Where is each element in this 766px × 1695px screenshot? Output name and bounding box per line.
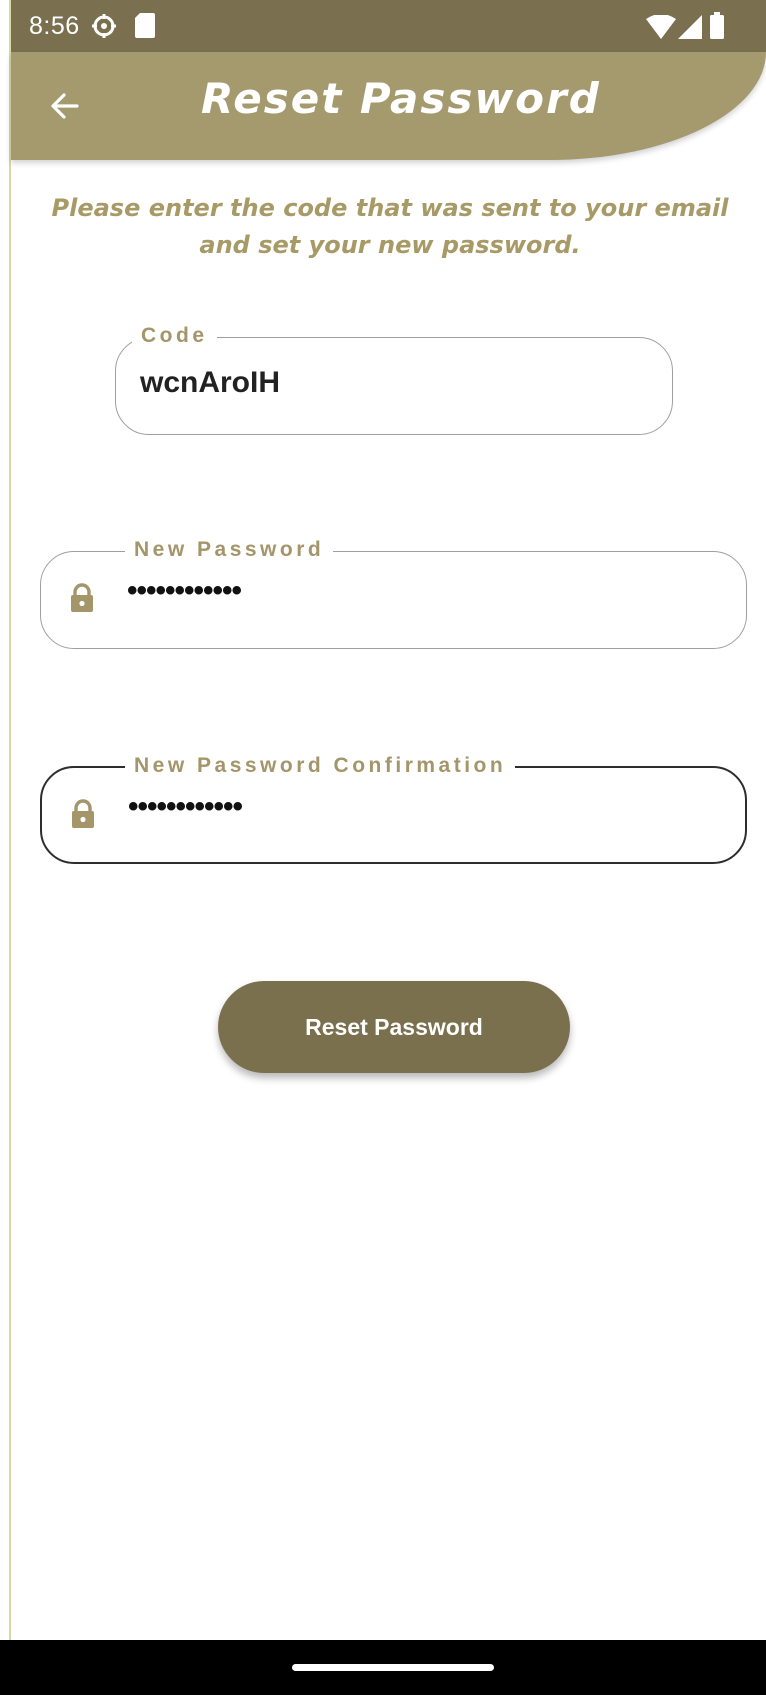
- status-bar: 8:56: [11, 0, 766, 52]
- status-time: 8:56: [29, 12, 80, 40]
- sd-card-icon: [135, 13, 155, 38]
- wifi-icon: [646, 15, 676, 39]
- new-password-field[interactable]: New Password ••••••••••••: [40, 537, 747, 649]
- new-password-confirmation-field[interactable]: New Password Confirmation ••••••••••••: [40, 753, 747, 864]
- page-title: Reset Password: [201, 74, 601, 123]
- lock-icon: [71, 583, 93, 612]
- navigation-bar: [0, 1640, 766, 1695]
- new-password-field-label: New Password: [125, 537, 334, 563]
- new-password-field-value: ••••••••••••: [127, 574, 242, 607]
- reset-password-button[interactable]: Reset Password: [218, 981, 570, 1073]
- lock-icon: [72, 799, 94, 828]
- reset-password-screen: 8:56 Reset Password Please enter the cod…: [0, 0, 766, 1695]
- window-edge: [0, 0, 11, 1695]
- app-header: Reset Password: [11, 52, 766, 160]
- cell-signal-icon: [678, 15, 702, 39]
- battery-icon: [710, 12, 724, 39]
- instruction-text: Please enter the code that was sent to y…: [51, 194, 729, 259]
- settings-gear-icon: [92, 14, 116, 38]
- arrow-back-icon[interactable]: [45, 86, 85, 126]
- code-field[interactable]: Code wcnAroIH: [115, 323, 673, 435]
- home-indicator[interactable]: [292, 1664, 494, 1671]
- new-password-confirmation-field-value: ••••••••••••: [128, 790, 243, 823]
- code-field-label: Code: [132, 323, 217, 349]
- code-field-value: wcnAroIH: [140, 366, 281, 399]
- new-password-confirmation-field-label: New Password Confirmation: [125, 753, 516, 779]
